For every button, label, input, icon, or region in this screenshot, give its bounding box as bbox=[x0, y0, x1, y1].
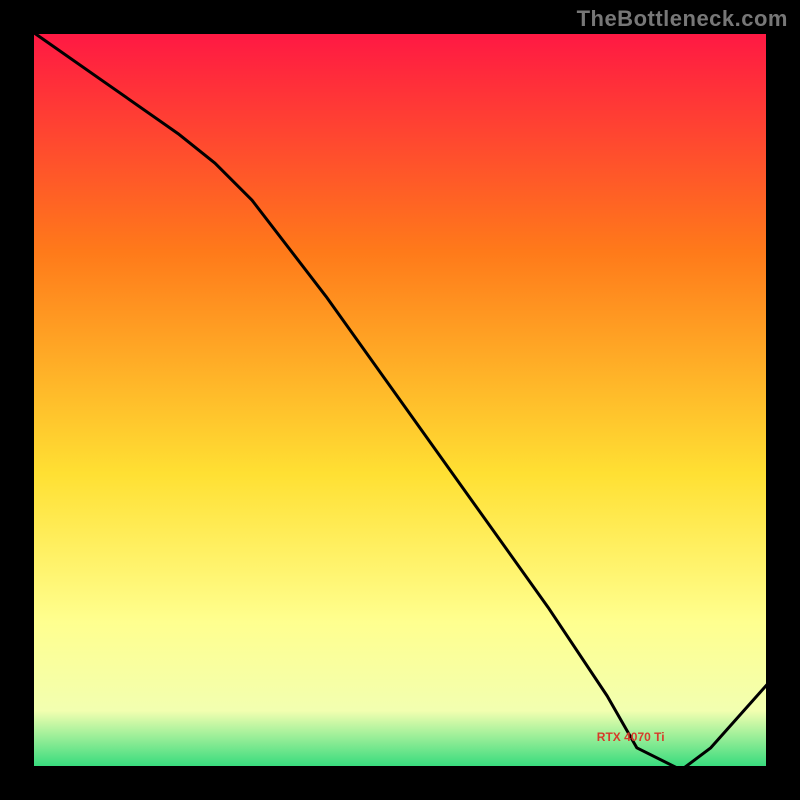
chart-stage: TheBottleneck.com RTX 4070 Ti bbox=[0, 0, 800, 800]
bottleneck-plot bbox=[30, 30, 770, 770]
attribution-text: TheBottleneck.com bbox=[577, 6, 788, 32]
legend-product-label: RTX 4070 Ti bbox=[597, 730, 665, 744]
